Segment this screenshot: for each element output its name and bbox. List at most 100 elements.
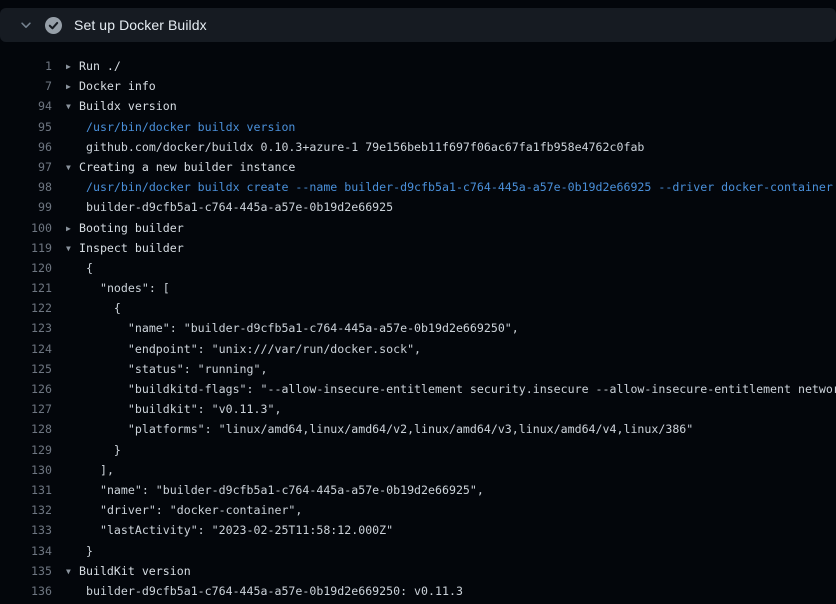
line-number[interactable]: 135 (0, 561, 52, 581)
log-line: 94 ▼Buildx version (0, 96, 836, 116)
group-title: Creating a new builder instance (79, 160, 295, 174)
check-circle-icon (45, 17, 62, 34)
log-output-text: builder-d9cfb5a1-c764-445a-a57e-0b19d2e6… (66, 581, 836, 601)
log-output-text: ], (66, 460, 836, 480)
log-line: 100 ▶Booting builder (0, 218, 836, 238)
line-number[interactable]: 95 (0, 117, 52, 137)
log-line: 129 } (0, 440, 836, 460)
log-output-text: } (66, 440, 836, 460)
line-number[interactable]: 99 (0, 197, 52, 217)
triangle-collapsed-icon: ▶ (66, 77, 79, 96)
log-line: 119 ▼Inspect builder (0, 238, 836, 258)
triangle-expanded-icon: ▼ (66, 158, 79, 177)
group-title: Booting builder (79, 221, 184, 235)
log-line: 97 ▼Creating a new builder instance (0, 157, 836, 177)
line-number[interactable]: 128 (0, 419, 52, 439)
log-line: 1 ▶Run ./ (0, 56, 836, 76)
group-title: Inspect builder (79, 241, 184, 255)
log-line: 128 "platforms": "linux/amd64,linux/amd6… (0, 419, 836, 439)
log-line: 125 "status": "running", (0, 359, 836, 379)
triangle-expanded-icon: ▼ (66, 239, 79, 258)
log-output-text: "name": "builder-d9cfb5a1-c764-445a-a57e… (66, 318, 836, 338)
log-output-text: "platforms": "linux/amd64,linux/amd64/v2… (66, 419, 836, 439)
group-title: Run ./ (79, 59, 121, 73)
line-number[interactable]: 97 (0, 157, 52, 177)
log-output-text: "nodes": [ (66, 278, 836, 298)
line-number[interactable]: 123 (0, 318, 52, 338)
line-number[interactable]: 132 (0, 500, 52, 520)
log-group-header[interactable]: ▶Run ./ (66, 56, 836, 76)
log-line: 120 { (0, 258, 836, 278)
log-group-header[interactable]: ▶Docker info (66, 76, 836, 96)
line-number[interactable]: 1 (0, 56, 52, 76)
log-line: 123 "name": "builder-d9cfb5a1-c764-445a-… (0, 318, 836, 338)
line-number[interactable]: 94 (0, 96, 52, 116)
triangle-collapsed-icon: ▶ (66, 57, 79, 76)
log-line: 122 { (0, 298, 836, 318)
line-number[interactable]: 127 (0, 399, 52, 419)
log-output-text: "buildkit": "v0.11.3", (66, 399, 836, 419)
log-line: 130 ], (0, 460, 836, 480)
line-number[interactable]: 134 (0, 541, 52, 561)
line-number[interactable]: 98 (0, 177, 52, 197)
line-number[interactable]: 131 (0, 480, 52, 500)
log-output-text: "status": "running", (66, 359, 836, 379)
line-number[interactable]: 133 (0, 520, 52, 540)
line-number[interactable]: 122 (0, 298, 52, 318)
log-line: 134} (0, 541, 836, 561)
chevron-down-icon[interactable] (18, 17, 34, 33)
triangle-expanded-icon: ▼ (66, 97, 79, 116)
log-output-text: "endpoint": "unix:///var/run/docker.sock… (66, 339, 836, 359)
log-line: 132 "driver": "docker-container", (0, 500, 836, 520)
log-group-header[interactable]: ▼Inspect builder (66, 238, 836, 258)
log-command-text: /usr/bin/docker buildx version (66, 117, 836, 137)
actions-log-viewer: Set up Docker Buildx 1▶Run ./7▶Docker in… (0, 0, 836, 604)
log-output-text: { (66, 258, 836, 278)
triangle-expanded-icon: ▼ (66, 562, 79, 581)
log-command-text: /usr/bin/docker buildx create --name bui… (66, 177, 836, 197)
line-number[interactable]: 119 (0, 238, 52, 258)
group-title: Buildx version (79, 99, 177, 113)
log-line: 133 "lastActivity": "2023-02-25T11:58:12… (0, 520, 836, 540)
log-group-header[interactable]: ▼Buildx version (66, 96, 836, 116)
line-number[interactable]: 136 (0, 581, 52, 601)
log-group-header[interactable]: ▶Booting builder (66, 218, 836, 238)
log-output-text: } (66, 541, 836, 561)
step-header[interactable]: Set up Docker Buildx (0, 8, 836, 42)
line-number[interactable]: 100 (0, 218, 52, 238)
log-output-text: "driver": "docker-container", (66, 500, 836, 520)
log-line: 7 ▶Docker info (0, 76, 836, 96)
log-line: 131 "name": "builder-d9cfb5a1-c764-445a-… (0, 480, 836, 500)
log-line: 99 builder-d9cfb5a1-c764-445a-a57e-0b19d2… (0, 197, 836, 217)
line-number[interactable]: 121 (0, 278, 52, 298)
log-output-text: github.com/docker/buildx 0.10.3+azure-1 … (66, 137, 836, 157)
line-number[interactable]: 96 (0, 137, 52, 157)
line-number[interactable]: 130 (0, 460, 52, 480)
log-line: 96 github.com/docker/buildx 0.10.3+azure-… (0, 137, 836, 157)
log-line: 136 builder-d9cfb5a1-c764-445a-a57e-0b19d… (0, 581, 836, 601)
line-number[interactable]: 129 (0, 440, 52, 460)
log-line: 135 ▼BuildKit version (0, 561, 836, 581)
log-group-header[interactable]: ▼BuildKit version (66, 561, 836, 581)
group-title: BuildKit version (79, 564, 191, 578)
step-title: Set up Docker Buildx (74, 17, 207, 33)
line-number[interactable]: 120 (0, 258, 52, 278)
step-log: 1▶Run ./7▶Docker info94▼Buildx version95… (0, 42, 836, 604)
log-output-text: builder-d9cfb5a1-c764-445a-a57e-0b19d2e6… (66, 197, 836, 217)
triangle-collapsed-icon: ▶ (66, 219, 79, 238)
group-title: Docker info (79, 79, 156, 93)
log-line: 124 "endpoint": "unix:///var/run/docker.… (0, 339, 836, 359)
log-line: 126 "buildkitd-flags": "--allow-insecure… (0, 379, 836, 399)
line-number[interactable]: 125 (0, 359, 52, 379)
log-output-text: "buildkitd-flags": "--allow-insecure-ent… (66, 379, 836, 399)
log-output-text: "lastActivity": "2023-02-25T11:58:12.000… (66, 520, 836, 540)
log-line: 95/usr/bin/docker buildx version (0, 117, 836, 137)
log-output-text: { (66, 298, 836, 318)
line-number[interactable]: 126 (0, 379, 52, 399)
log-line: 121 "nodes": [ (0, 278, 836, 298)
log-output-text: "name": "builder-d9cfb5a1-c764-445a-a57e… (66, 480, 836, 500)
log-line: 98/usr/bin/docker buildx create --name b… (0, 177, 836, 197)
line-number[interactable]: 124 (0, 339, 52, 359)
log-group-header[interactable]: ▼Creating a new builder instance (66, 157, 836, 177)
line-number[interactable]: 7 (0, 76, 52, 96)
